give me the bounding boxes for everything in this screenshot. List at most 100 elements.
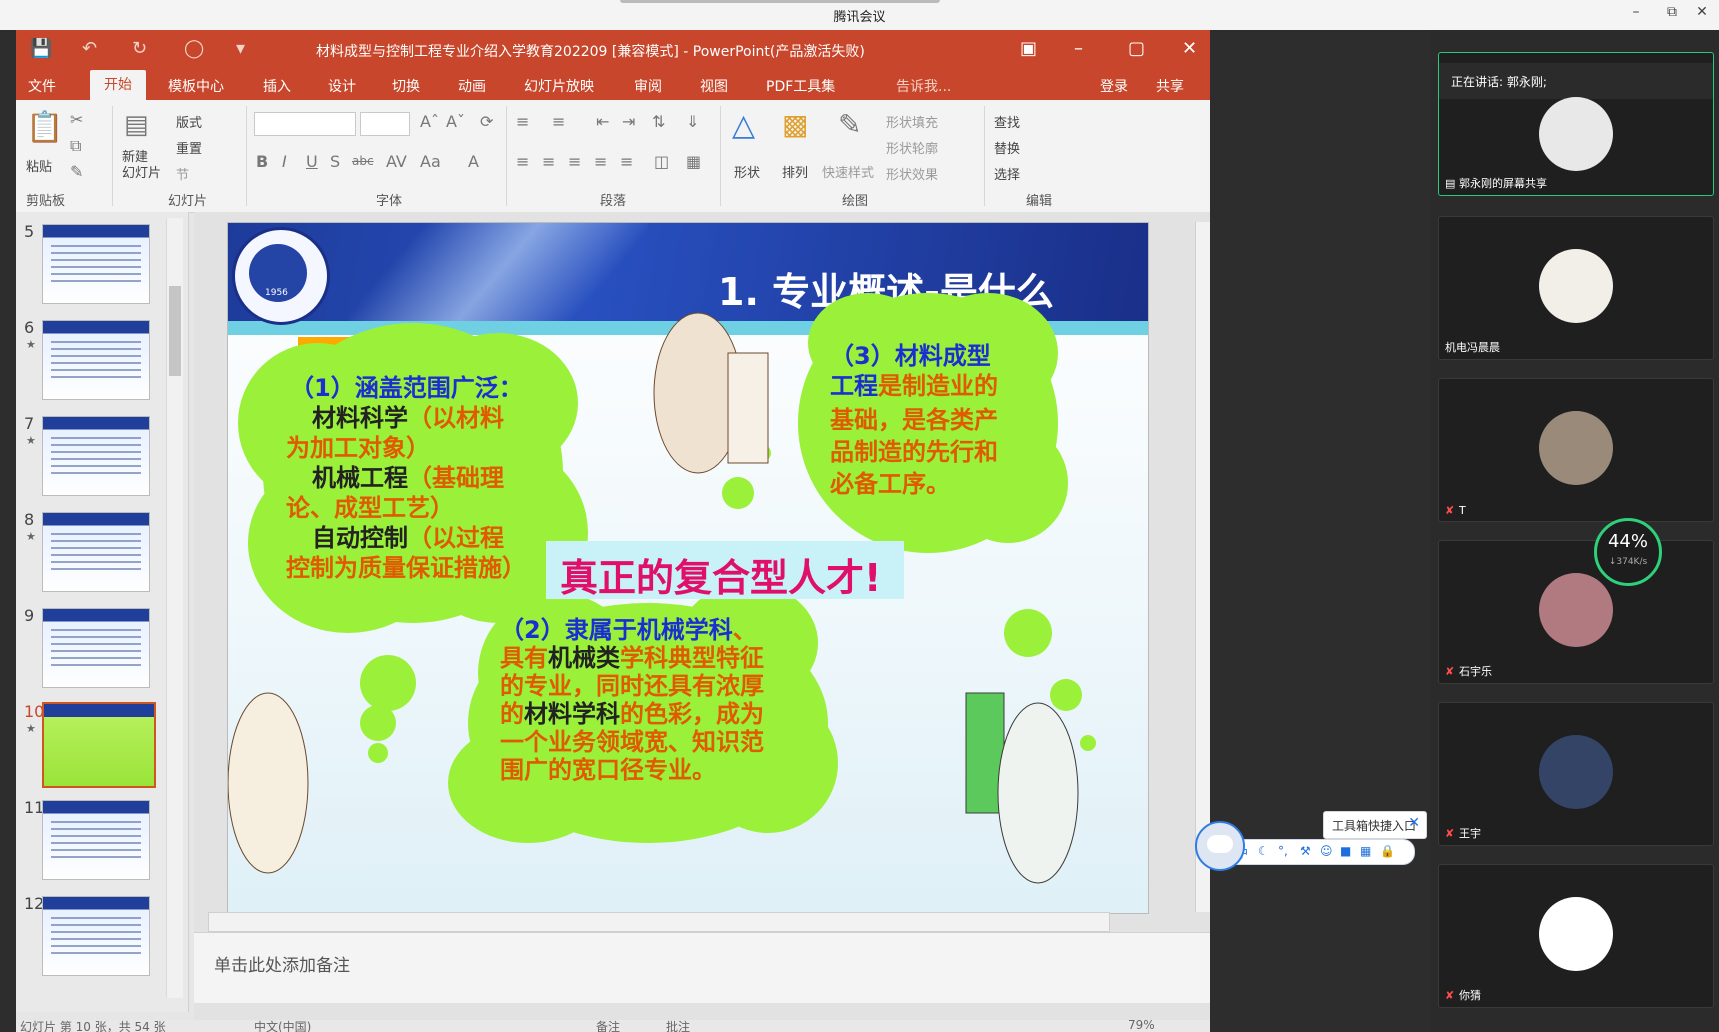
shrink-font-icon[interactable]: Aˇ: [446, 112, 465, 131]
ppt-maximize-icon[interactable]: ▢: [1128, 38, 1145, 59]
quick-styles-icon[interactable]: ✎: [838, 108, 861, 141]
network-badge[interactable]: 44% ↓374K/s: [1594, 518, 1662, 586]
ribbon-display-icon[interactable]: ▣: [1020, 38, 1037, 59]
login-link[interactable]: 登录: [1100, 76, 1128, 96]
restore-icon[interactable]: ⧉: [1660, 4, 1684, 20]
slide-horizontal-scrollbar[interactable]: [208, 912, 1110, 932]
char-spacing-icon[interactable]: AV: [386, 152, 407, 171]
punctuation-icon[interactable]: °,: [1278, 844, 1288, 858]
slide-canvas[interactable]: 1956 1. 专业概述-是什么 （1）涵盖范围广泛： 材料科学（以材料 为加工…: [227, 222, 1149, 914]
quick-styles-button[interactable]: 快速样式: [822, 162, 874, 181]
grow-font-icon[interactable]: Aˆ: [420, 112, 439, 131]
emoji-icon[interactable]: ☺: [1320, 844, 1333, 858]
justify-icon[interactable]: ≡: [594, 152, 607, 171]
tab-design[interactable]: 设计: [328, 76, 356, 96]
participant-card[interactable]: ✘ 你猜: [1438, 864, 1714, 1008]
distribute-icon[interactable]: ≡: [620, 152, 633, 171]
line-spacing-icon[interactable]: ⇅: [652, 112, 665, 131]
font-size-input[interactable]: [360, 112, 410, 136]
paste-label[interactable]: 粘贴: [26, 156, 52, 175]
increase-indent-icon[interactable]: ⇥: [622, 112, 635, 131]
tab-slideshow[interactable]: 幻灯片放映: [524, 76, 594, 96]
participant-card[interactable]: ✘ 王宇: [1438, 702, 1714, 846]
wrench-icon[interactable]: ⚒: [1300, 844, 1311, 858]
reset-button[interactable]: 重置: [176, 138, 202, 157]
slide-thumbnail-12[interactable]: [42, 896, 150, 976]
shapes-button[interactable]: 形状: [734, 162, 760, 181]
notes-pane[interactable]: 单击此处添加备注: [194, 932, 1210, 1003]
select-button[interactable]: 选择: [994, 164, 1020, 183]
close-icon[interactable]: ✕: [1408, 815, 1420, 831]
ppt-close-icon[interactable]: ✕: [1182, 38, 1197, 59]
slide-thumbnail-10[interactable]: [42, 702, 156, 788]
tell-me-search[interactable]: 告诉我...: [896, 76, 951, 96]
shadow-icon[interactable]: S: [330, 152, 340, 171]
align-center-icon[interactable]: ≡: [542, 152, 555, 171]
shape-effects-button[interactable]: 形状效果: [886, 164, 938, 183]
status-notes-button[interactable]: 备注: [596, 1018, 620, 1032]
grid-icon[interactable]: ▦: [1360, 844, 1371, 858]
minimize-icon[interactable]: –: [1624, 4, 1648, 20]
arrange-icon[interactable]: ▩: [782, 108, 808, 141]
save-icon[interactable]: 💾: [30, 38, 52, 59]
slide-thumbnail-6[interactable]: [42, 320, 150, 400]
customize-qat-icon[interactable]: ▾: [236, 38, 245, 59]
close-icon[interactable]: ✕: [1690, 4, 1714, 20]
format-painter-icon[interactable]: ✎: [70, 162, 83, 181]
copy-icon[interactable]: ⧉: [70, 136, 81, 156]
arrange-button[interactable]: 排列: [782, 162, 808, 181]
assistant-robot-icon[interactable]: [1195, 821, 1245, 871]
redo-icon[interactable]: ↻: [132, 38, 147, 59]
change-case-icon[interactable]: Aa: [420, 152, 441, 171]
slide-thumbnail-8[interactable]: [42, 512, 150, 592]
font-color-icon[interactable]: A: [468, 152, 479, 171]
tab-view[interactable]: 视图: [700, 76, 728, 96]
section-button[interactable]: 节: [176, 164, 189, 183]
replace-button[interactable]: 替换: [994, 138, 1020, 157]
align-right-icon[interactable]: ≡: [568, 152, 581, 171]
slide-thumbnail-5[interactable]: [42, 224, 150, 304]
new-slide-icon[interactable]: ▤: [124, 110, 149, 140]
cut-icon[interactable]: ✂: [70, 110, 83, 129]
tab-transitions[interactable]: 切换: [392, 76, 420, 96]
clear-format-icon[interactable]: ⟳: [480, 112, 493, 131]
slide-thumbnail-7[interactable]: [42, 416, 150, 496]
paste-icon[interactable]: 📋: [26, 110, 63, 145]
share-button[interactable]: 共享: [1156, 76, 1184, 96]
tab-template-center[interactable]: 模板中心: [168, 76, 224, 96]
font-name-input[interactable]: [254, 112, 356, 136]
decrease-indent-icon[interactable]: ⇤: [596, 112, 609, 131]
strikethrough-icon[interactable]: abc: [352, 154, 374, 168]
thumbnail-scrollbar[interactable]: [166, 218, 183, 998]
layout-button[interactable]: 版式: [176, 112, 202, 131]
tab-home[interactable]: 开始: [90, 70, 146, 100]
participant-card[interactable]: ✘ T: [1438, 378, 1714, 522]
shape-fill-button[interactable]: 形状填充: [886, 112, 938, 131]
bold-icon[interactable]: B: [256, 152, 268, 171]
present-icon[interactable]: ◯: [184, 38, 204, 59]
shapes-icon[interactable]: △: [732, 108, 755, 143]
bullets-icon[interactable]: ≡: [516, 112, 529, 131]
lock-icon[interactable]: 🔒: [1380, 844, 1395, 858]
slide-thumbnail-9[interactable]: [42, 608, 150, 688]
shape-outline-button[interactable]: 形状轮廓: [886, 138, 938, 157]
undo-icon[interactable]: ↶: [82, 38, 97, 59]
moon-icon[interactable]: ☾: [1258, 844, 1269, 858]
status-comments-button[interactable]: 批注: [666, 1018, 690, 1032]
slide-vertical-scrollbar[interactable]: [1195, 222, 1210, 912]
columns-icon[interactable]: ◫: [654, 152, 669, 171]
participant-card[interactable]: ✘ 石宇乐: [1438, 540, 1714, 684]
skin-icon[interactable]: ■: [1340, 844, 1351, 858]
smartart-icon[interactable]: ▦: [686, 152, 701, 171]
new-slide-label[interactable]: 新建 幻灯片: [122, 150, 161, 182]
text-direction-icon[interactable]: ⇓: [686, 112, 699, 131]
participant-card[interactable]: 正在讲话: 郭永刚; ▤ 郭永刚的屏幕共享: [1438, 52, 1714, 196]
ppt-minimize-icon[interactable]: –: [1074, 38, 1083, 59]
underline-icon[interactable]: U: [306, 152, 318, 171]
align-left-icon[interactable]: ≡: [516, 152, 529, 171]
tab-insert[interactable]: 插入: [263, 76, 291, 96]
find-button[interactable]: 查找: [994, 112, 1020, 131]
participant-card[interactable]: 机电冯晨晨: [1438, 216, 1714, 360]
tab-pdf-tools[interactable]: PDF工具集: [766, 76, 835, 96]
tab-animations[interactable]: 动画: [458, 76, 486, 96]
